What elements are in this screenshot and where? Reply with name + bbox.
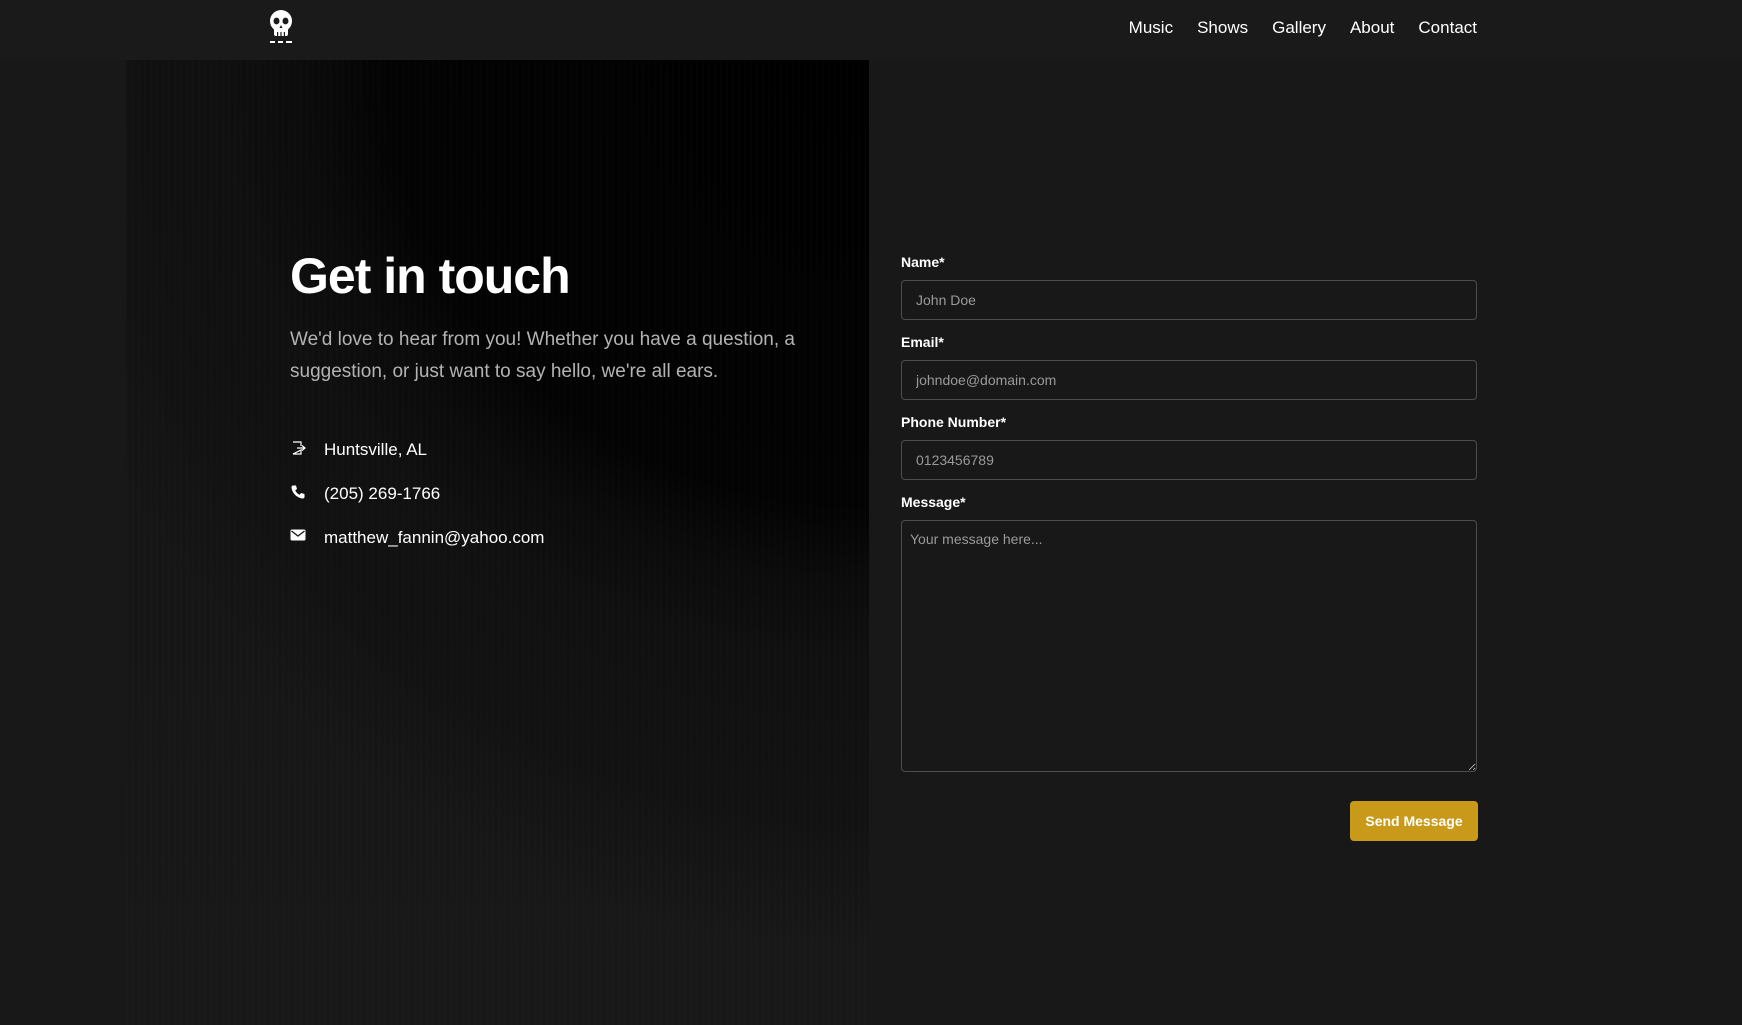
phone-input[interactable] (901, 440, 1477, 480)
contact-email-text[interactable]: matthew_fannin@yahoo.com (324, 528, 544, 548)
nav-link-shows[interactable]: Shows (1197, 17, 1248, 39)
contact-email: matthew_fannin@yahoo.com (290, 516, 544, 560)
nav-link-gallery[interactable]: Gallery (1272, 17, 1326, 39)
nav-link-music[interactable]: Music (1129, 17, 1173, 39)
nav-link-contact[interactable]: Contact (1418, 17, 1477, 39)
contact-phone-text[interactable]: (205) 269-1766 (324, 484, 440, 504)
nav-links: Music Shows Gallery About Contact (1129, 17, 1477, 39)
location-door-icon (290, 440, 324, 460)
message-textarea[interactable] (901, 520, 1477, 772)
contact-location-text: Huntsville, AL (324, 440, 427, 459)
page-title: Get in touch (290, 248, 571, 304)
skull-logo-icon[interactable] (266, 7, 296, 47)
contact-location: Huntsville, AL (290, 428, 544, 472)
envelope-icon (290, 528, 324, 548)
contact-phone: (205) 269-1766 (290, 472, 544, 516)
email-label: Email* (901, 334, 944, 350)
send-message-button[interactable]: Send Message (1350, 801, 1478, 841)
name-input[interactable] (901, 280, 1477, 320)
phone-icon (290, 484, 324, 504)
contact-form: Name* Email* Phone Number* Message* (901, 252, 1477, 789)
name-label: Name* (901, 254, 945, 270)
nav-link-about[interactable]: About (1350, 17, 1394, 39)
top-nav: Music Shows Gallery About Contact (0, 0, 1742, 60)
message-label: Message* (901, 494, 966, 510)
intro-text: We'd love to hear from you! Whether you … (290, 329, 795, 382)
email-input[interactable] (901, 360, 1477, 400)
phone-label: Phone Number* (901, 414, 1007, 430)
contact-info-list: Huntsville, AL (205) 269-1766 matthew_fa… (290, 428, 544, 560)
